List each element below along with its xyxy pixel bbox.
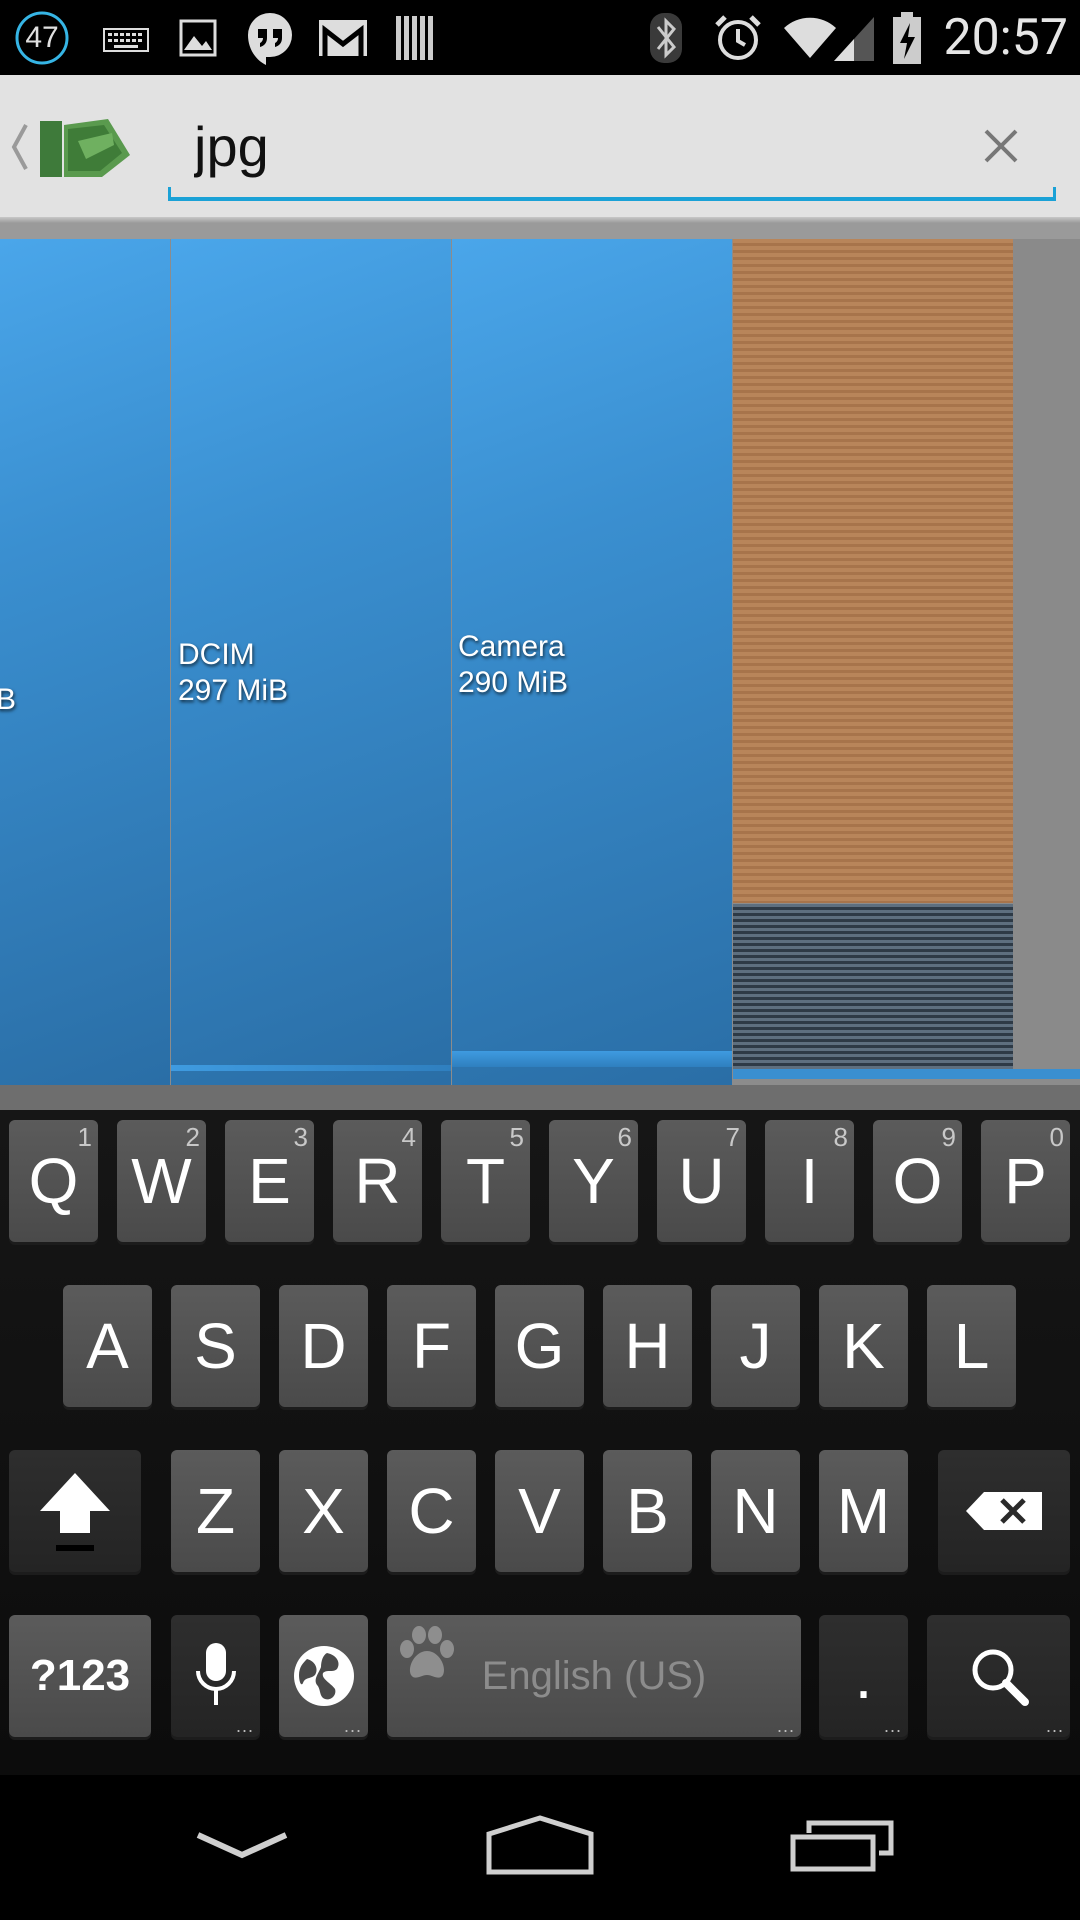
key-n[interactable]: N — [711, 1450, 800, 1572]
key-g[interactable]: G — [495, 1285, 584, 1407]
key-d[interactable]: D — [279, 1285, 368, 1407]
key-p[interactable]: P0 — [981, 1120, 1070, 1242]
treemap-tile[interactable]: B — [0, 239, 170, 1085]
key-x[interactable]: X — [279, 1450, 368, 1572]
treemap-top-gap — [0, 223, 1080, 239]
treemap-tile-camera[interactable]: Camera 290 MiB — [452, 239, 732, 1085]
hangouts-icon — [242, 10, 298, 66]
key-o[interactable]: O9 — [873, 1120, 962, 1242]
treemap[interactable]: B DCIM 297 MiB Camera 290 MiB — [0, 223, 1080, 1085]
paw-icon — [400, 1626, 454, 1678]
chevron-left-icon[interactable] — [10, 117, 30, 177]
tile-name: DCIM — [178, 638, 255, 671]
recents-icon[interactable] — [784, 1805, 904, 1885]
language-key[interactable]: ... — [279, 1615, 368, 1737]
keyboard-top-edge — [0, 1085, 1080, 1110]
treemap-empty-area — [1013, 239, 1080, 1069]
treemap-tile-dcim[interactable]: DCIM 297 MiB — [171, 239, 451, 1085]
key-f[interactable]: F — [387, 1285, 476, 1407]
key-k[interactable]: K — [819, 1285, 908, 1407]
close-icon[interactable] — [976, 121, 1026, 171]
symbols-key[interactable]: ?123 — [9, 1615, 151, 1737]
mic-key[interactable]: ... — [171, 1615, 260, 1737]
key-w[interactable]: W2 — [117, 1120, 206, 1242]
key-t[interactable]: T5 — [441, 1120, 530, 1242]
key-b[interactable]: B — [603, 1450, 692, 1572]
backspace-icon — [966, 1492, 1042, 1530]
key-h[interactable]: H — [603, 1285, 692, 1407]
treemap-tile[interactable] — [733, 239, 1013, 903]
backspace-key[interactable] — [938, 1450, 1070, 1572]
key-i[interactable]: I8 — [765, 1120, 854, 1242]
tile-label: B — [0, 683, 17, 716]
space-language-label: English (US) — [481, 1653, 707, 1698]
navigation-bar — [0, 1775, 1080, 1920]
microphone-icon — [195, 1643, 236, 1705]
tile-size: 290 MiB — [458, 666, 569, 699]
signal-icon — [832, 10, 876, 66]
period-key[interactable]: . ... — [819, 1615, 908, 1737]
key-v[interactable]: V — [495, 1450, 584, 1572]
space-key[interactable]: English (US) ... — [387, 1615, 801, 1737]
key-z[interactable]: Z — [171, 1450, 260, 1572]
search-underline — [168, 187, 1056, 201]
search-icon — [972, 1649, 1029, 1706]
period-label: . — [854, 1640, 873, 1712]
wifi-icon — [782, 10, 838, 66]
key-c[interactable]: C — [387, 1450, 476, 1572]
treemap-subtile — [733, 1069, 1080, 1079]
treemap-subtile — [171, 1065, 451, 1071]
notification-count: 47 — [25, 21, 59, 54]
key-y[interactable]: Y6 — [549, 1120, 638, 1242]
battery-charging-icon — [890, 10, 924, 66]
key-e[interactable]: E3 — [225, 1120, 314, 1242]
search-key[interactable]: ... — [927, 1615, 1070, 1737]
shift-icon — [40, 1473, 110, 1551]
tile-size: 297 MiB — [178, 674, 289, 707]
search-field[interactable] — [168, 97, 1056, 201]
home-icon[interactable] — [480, 1805, 600, 1885]
search-input[interactable] — [194, 107, 934, 185]
notification-count-icon: 47 — [2, 10, 82, 66]
action-bar — [0, 75, 1080, 217]
globe-icon — [293, 1646, 354, 1706]
alarm-icon — [712, 10, 764, 66]
key-q[interactable]: Q1 — [9, 1120, 98, 1242]
gmail-icon — [315, 10, 371, 66]
soft-keyboard: Q1 W2 E3 R4 T5 Y6 U7 I8 O9 P0 A S D F G … — [0, 1085, 1080, 1775]
keyboard-icon — [100, 10, 152, 66]
tile-name: Camera — [458, 630, 565, 663]
treemap-tile[interactable] — [733, 904, 1013, 1074]
status-bar: 47 20:57 — [0, 0, 1080, 75]
bluetooth-icon — [646, 10, 686, 66]
key-a[interactable]: A — [63, 1285, 152, 1407]
key-u[interactable]: U7 — [657, 1120, 746, 1242]
status-time: 20:57 — [943, 9, 1068, 67]
shift-key[interactable] — [9, 1450, 141, 1572]
key-m[interactable]: M — [819, 1450, 908, 1572]
key-r[interactable]: R4 — [333, 1120, 422, 1242]
key-s[interactable]: S — [171, 1285, 260, 1407]
treemap-subtile — [452, 1051, 732, 1067]
hide-keyboard-icon[interactable] — [182, 1805, 302, 1885]
barcode-icon — [392, 10, 436, 66]
key-j[interactable]: J — [711, 1285, 800, 1407]
key-l[interactable]: L — [927, 1285, 1016, 1407]
app-logo-icon[interactable] — [38, 115, 134, 181]
image-icon — [175, 10, 221, 66]
